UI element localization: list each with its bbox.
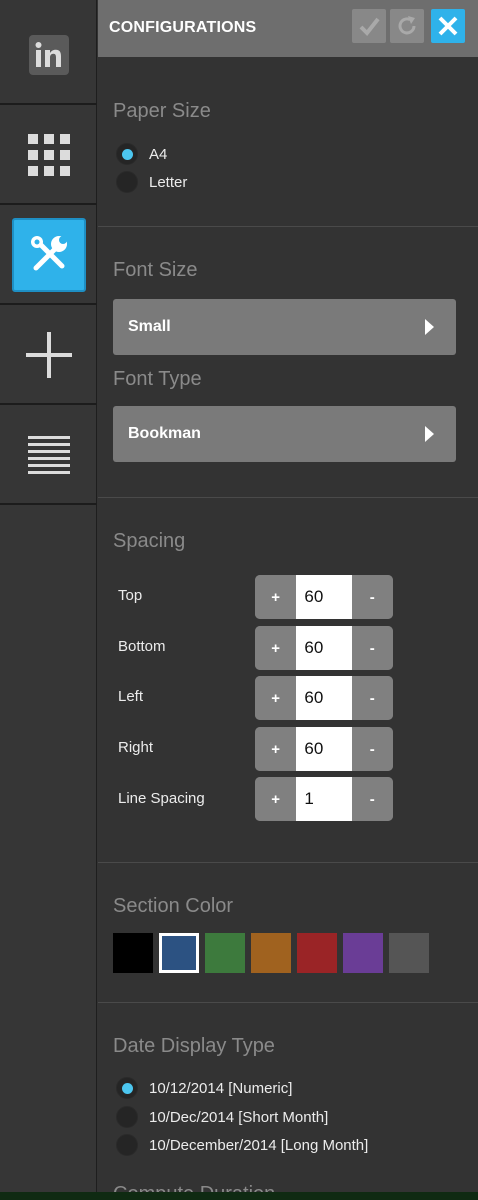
spacing-bottom-input[interactable]: 60	[296, 626, 352, 670]
close-icon	[438, 16, 458, 36]
spacing-top-input[interactable]: 60	[296, 575, 352, 619]
radio-date-long-month[interactable]: 10/December/2014 [Long Month]	[116, 1133, 368, 1157]
font-size-value: Small	[128, 318, 171, 335]
rail-item-add[interactable]	[0, 307, 97, 405]
line-spacing-label: Line Spacing	[118, 790, 205, 807]
grid-icon	[27, 134, 70, 176]
spacing-top-label: Top	[118, 587, 143, 604]
chevron-right-icon	[425, 319, 434, 335]
divider	[98, 862, 478, 863]
color-swatch[interactable]	[205, 933, 245, 973]
decrement-button[interactable]: -	[351, 676, 393, 720]
increment-button[interactable]: +	[255, 777, 297, 821]
decrement-button[interactable]: -	[351, 575, 393, 619]
config-panel: Paper Size A4 Letter Font Size Small Fon…	[98, 57, 478, 1200]
spacing-bottom-label: Bottom	[118, 638, 166, 655]
radio-date-numeric[interactable]: 10/12/2014 [Numeric]	[116, 1076, 292, 1100]
rail-item-grid[interactable]	[0, 107, 97, 205]
radio-label: 10/Dec/2014 [Short Month]	[149, 1108, 329, 1126]
decrement-button[interactable]: -	[351, 626, 393, 670]
color-swatch[interactable]	[389, 933, 429, 973]
divider	[98, 497, 478, 498]
radio-button[interactable]	[116, 143, 138, 165]
plus-icon	[25, 332, 72, 378]
radio-button[interactable]	[116, 171, 138, 193]
spacing-left-stepper: + 60 -	[255, 676, 393, 720]
date-display-title: Date Display Type	[113, 1035, 275, 1057]
font-size-title: Font Size	[113, 259, 198, 281]
radio-date-short-month[interactable]: 10/Dec/2014 [Short Month]	[116, 1105, 328, 1129]
rail-item-list[interactable]	[0, 407, 97, 505]
confirm-button[interactable]	[352, 9, 386, 43]
line-spacing-input[interactable]: 1	[296, 777, 352, 821]
radio-button[interactable]	[116, 1134, 138, 1156]
refresh-icon	[398, 16, 416, 35]
font-type-select[interactable]: Bookman	[113, 406, 456, 462]
font-type-title: Font Type	[113, 368, 202, 390]
radio-paper-letter[interactable]: Letter	[116, 170, 187, 194]
radio-button[interactable]	[116, 1077, 138, 1099]
refresh-button[interactable]	[390, 9, 424, 43]
spacing-bottom-stepper: + 60 -	[255, 626, 393, 670]
color-swatch[interactable]	[113, 933, 153, 973]
radio-paper-a4[interactable]: A4	[116, 142, 167, 166]
close-button[interactable]	[431, 9, 465, 43]
tools-icon	[30, 236, 67, 271]
line-spacing-stepper: + 1 -	[255, 777, 393, 821]
color-swatch[interactable]	[343, 933, 383, 973]
radio-label: 10/December/2014 [Long Month]	[149, 1136, 369, 1154]
rail-item-tools[interactable]	[0, 207, 97, 305]
chevron-right-icon	[425, 426, 434, 442]
spacing-left-input[interactable]: 60	[296, 676, 352, 720]
linkedin-icon	[28, 35, 69, 75]
color-swatch[interactable]	[297, 933, 337, 973]
paper-size-title: Paper Size	[113, 100, 211, 122]
spacing-title: Spacing	[113, 530, 186, 552]
page-title: CONFIGURATIONS	[109, 19, 257, 36]
spacing-right-label: Right	[118, 739, 154, 756]
radio-label: A4	[149, 145, 168, 163]
spacing-right-input[interactable]: 60	[296, 727, 352, 771]
increment-button[interactable]: +	[255, 727, 297, 771]
rail-item-linkedin[interactable]	[0, 7, 97, 105]
decrement-button[interactable]: -	[351, 777, 393, 821]
color-swatch[interactable]	[251, 933, 291, 973]
app: { "header": { "title": "CONFIGURATIONS" …	[0, 0, 478, 1200]
increment-button[interactable]: +	[255, 626, 297, 670]
check-icon	[359, 17, 380, 37]
bottom-edge-strip	[0, 1192, 478, 1200]
divider	[98, 1002, 478, 1003]
decrement-button[interactable]: -	[351, 727, 393, 771]
section-color-title: Section Color	[113, 895, 234, 917]
spacing-left-label: Left	[118, 688, 144, 705]
increment-button[interactable]: +	[255, 575, 297, 619]
radio-label: Letter	[149, 173, 188, 191]
color-swatch[interactable]	[159, 933, 199, 973]
increment-button[interactable]: +	[255, 676, 297, 720]
font-size-select[interactable]: Small	[113, 299, 456, 355]
lines-icon	[27, 436, 70, 474]
divider	[98, 226, 478, 227]
header-bar: CONFIGURATIONS	[98, 0, 478, 57]
spacing-right-stepper: + 60 -	[255, 727, 393, 771]
spacing-top-stepper: + 60 -	[255, 575, 393, 619]
side-rail	[0, 0, 97, 1200]
font-type-value: Bookman	[128, 425, 201, 442]
rail-active-tile	[11, 218, 86, 292]
radio-label: 10/12/2014 [Numeric]	[149, 1079, 293, 1097]
radio-button[interactable]	[116, 1106, 138, 1128]
